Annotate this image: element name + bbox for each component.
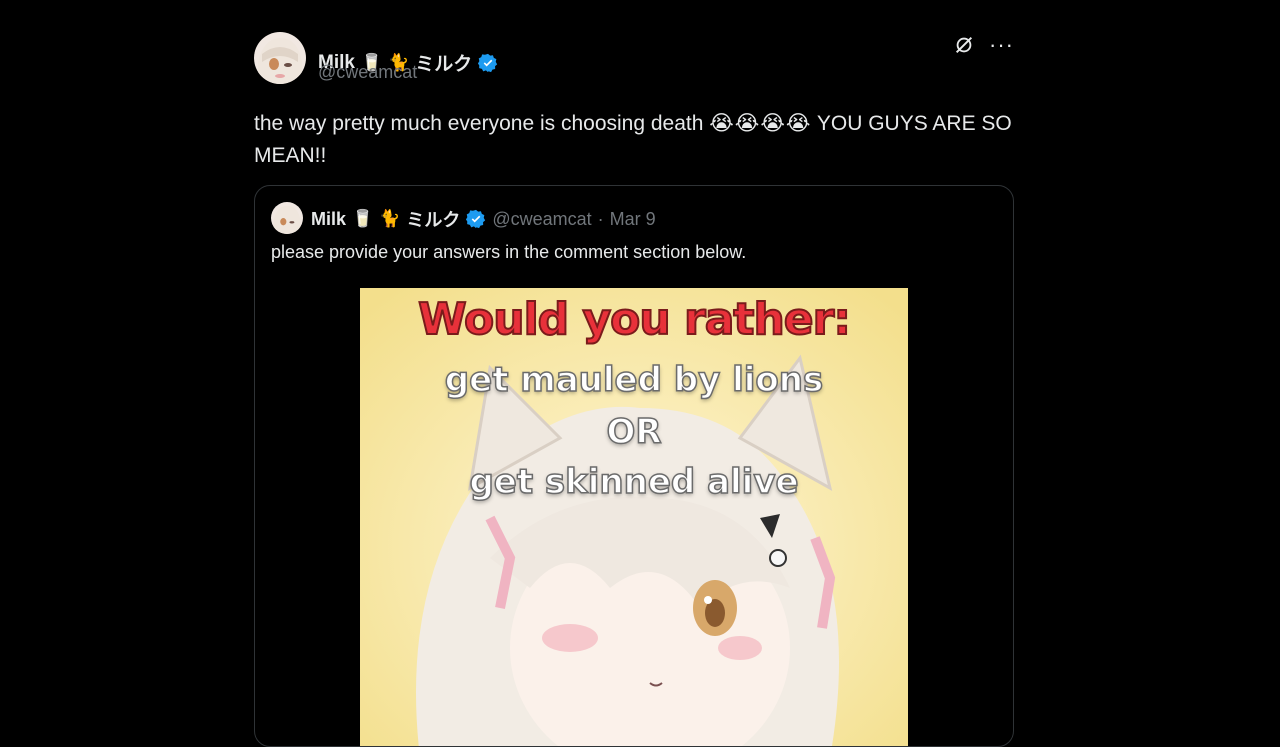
- image-illustration: [360, 288, 908, 746]
- image-line-3: get skinned alive: [469, 461, 800, 503]
- verified-badge-icon: [466, 209, 486, 229]
- cat-icon: 🐈: [379, 209, 401, 228]
- post-top-actions: ···: [953, 34, 1014, 56]
- author-avatar[interactable]: [254, 32, 306, 84]
- grok-icon[interactable]: [953, 34, 975, 56]
- quoted-post[interactable]: Milk 🥛 🐈 ミルク @cweamcat · Mar 9 please pr…: [254, 185, 1014, 747]
- more-options-icon[interactable]: ···: [989, 34, 1014, 56]
- quoted-author-suffix: ミルク: [406, 210, 461, 230]
- image-title: Would you rather:: [417, 293, 852, 346]
- post-text: the way pretty much everyone is choosing…: [254, 108, 1014, 172]
- quoted-header: Milk 🥛 🐈 ミルク @cweamcat · Mar 9: [311, 206, 656, 232]
- quoted-image[interactable]: Would you rather: get mauled by lions OR…: [360, 288, 908, 746]
- crying-emojis: 😭😭😭😭: [709, 112, 812, 135]
- image-line-1: get mauled by lions: [444, 359, 824, 401]
- author-name-suffix: ミルク: [415, 54, 473, 75]
- author-handle[interactable]: @cweamcat: [318, 62, 417, 83]
- quoted-author-name[interactable]: Milk: [311, 209, 346, 230]
- quoted-text: please provide your answers in the comme…: [271, 242, 747, 262]
- image-line-2: OR: [606, 411, 663, 453]
- quoted-author-avatar[interactable]: [271, 202, 303, 234]
- milk-glass-icon: 🥛: [352, 209, 374, 228]
- quoted-handle[interactable]: @cweamcat: [492, 209, 591, 230]
- verified-badge-icon: [478, 53, 498, 73]
- quoted-separator: ·: [597, 208, 604, 229]
- quoted-date[interactable]: Mar 9: [610, 209, 656, 230]
- post-text-before: the way pretty much everyone is choosing…: [254, 112, 710, 135]
